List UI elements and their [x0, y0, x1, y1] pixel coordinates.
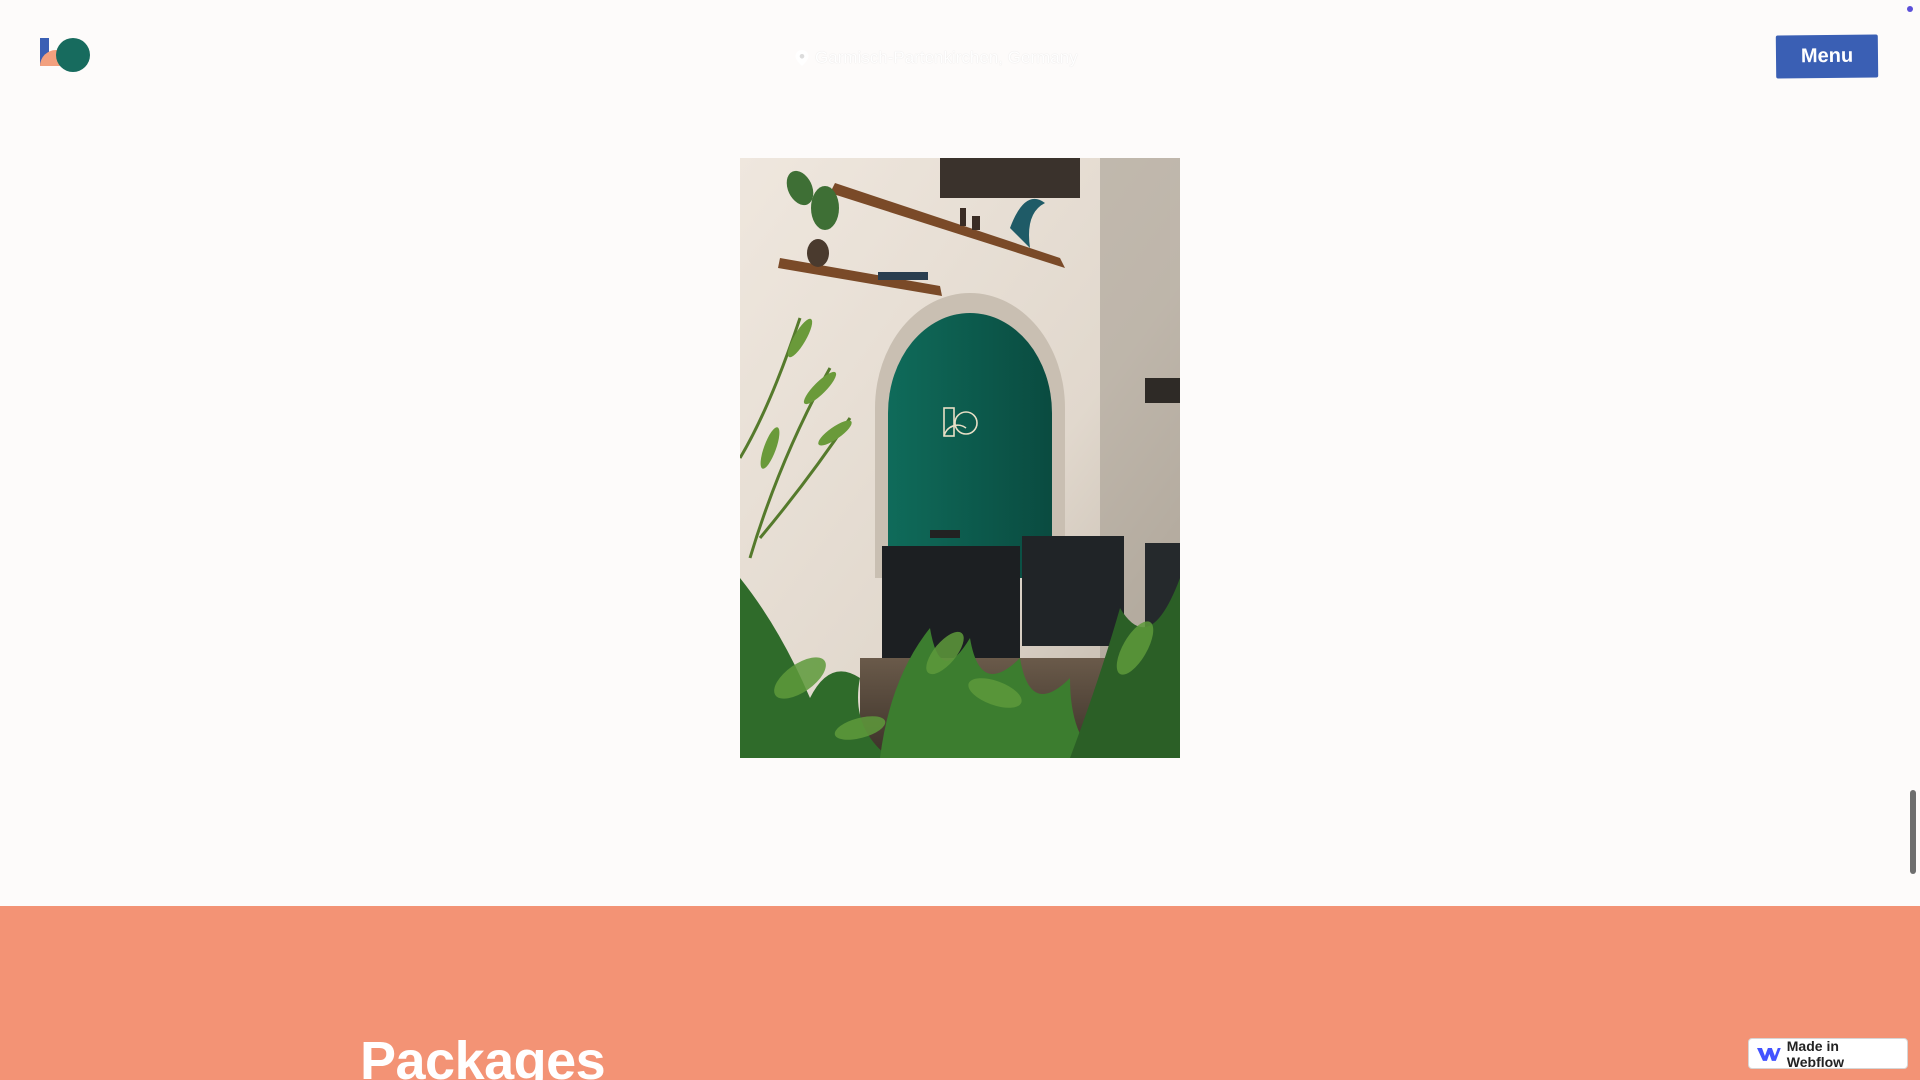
logo-icon	[40, 38, 90, 72]
badge-label: Made in Webflow	[1786, 1037, 1845, 1070]
packages-section: Packages	[0, 906, 1920, 1080]
webflow-icon	[1757, 1047, 1781, 1061]
made-in-webflow-badge[interactable]: Made in Webflow	[1748, 1037, 1908, 1070]
location-pin-icon	[795, 50, 809, 66]
corner-indicator	[1907, 6, 1913, 12]
site-logo[interactable]	[40, 38, 92, 74]
scrollbar-thumb[interactable]	[1910, 790, 1916, 874]
office-photo	[740, 158, 1180, 758]
packages-heading: Packages	[360, 1031, 606, 1080]
site-header: Garmisch-Partenkirchen, Germany Menu	[0, 0, 1920, 115]
menu-button[interactable]: Menu	[1775, 34, 1879, 79]
location-text: Garmisch-Partenkirchen, Germany	[815, 48, 1078, 67]
location-label: Garmisch-Partenkirchen, Germany	[795, 48, 1125, 68]
